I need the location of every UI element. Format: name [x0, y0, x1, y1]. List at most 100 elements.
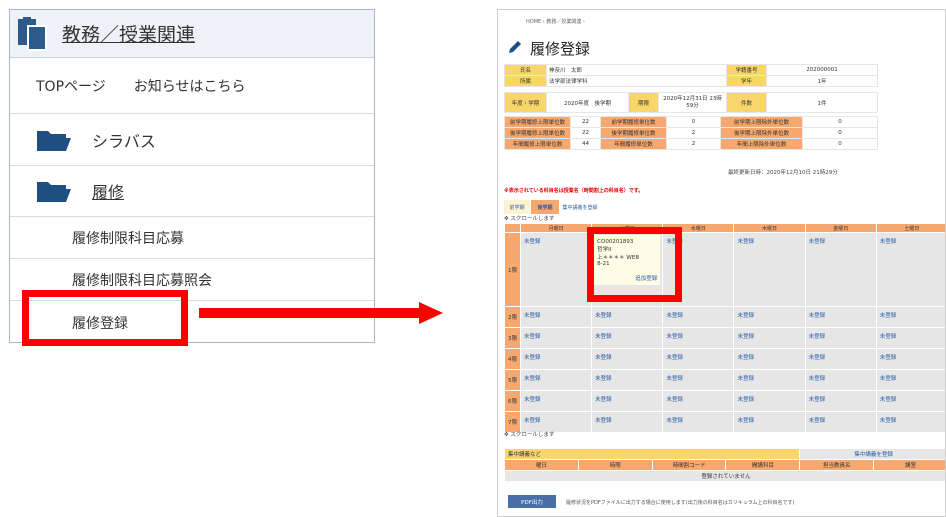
- credit-value: 0: [802, 138, 878, 150]
- day-header: 木曜日: [733, 223, 806, 233]
- menu-item-rishu[interactable]: 履修: [10, 166, 374, 216]
- period-label: 4限: [504, 348, 521, 370]
- credit-label: 後学期履修上限単位数: [504, 127, 571, 139]
- slot-unregistered[interactable]: 未登録: [662, 411, 735, 433]
- day-header: 月曜日: [519, 223, 593, 233]
- slot-unregistered[interactable]: 未登録: [875, 411, 945, 433]
- slot-unregistered[interactable]: 未登録: [662, 369, 735, 391]
- breadcrumb: HOME › 教務／授業関連 ›: [526, 19, 585, 25]
- intensive-header: 開講科目: [725, 459, 801, 471]
- deadline-value: 2020年12月31日 23時59分: [658, 92, 727, 113]
- dept-label: 所属: [504, 75, 547, 87]
- period-row: 3限 未登録 未登録 未登録 未登録 未登録 未登録: [504, 327, 945, 349]
- slot-unregistered[interactable]: 未登録: [875, 390, 945, 412]
- credit-label: 前学期履修上限単位数: [504, 116, 571, 128]
- slot-unregistered[interactable]: 未登録: [733, 390, 806, 412]
- slot-unregistered[interactable]: 未登録: [519, 232, 593, 307]
- tab-second-term[interactable]: 後学期: [531, 200, 559, 214]
- period-label: 3限: [504, 327, 521, 349]
- arrow-icon: [199, 302, 443, 324]
- intensive-header: 担当教員名: [799, 459, 875, 471]
- slot-unregistered[interactable]: 未登録: [519, 348, 593, 370]
- credit-label: 前学期履修単位数: [600, 116, 667, 128]
- last-updated: 最終更新日時：2020年12月10日 21時29分: [728, 170, 838, 176]
- credit-value: 0: [802, 116, 878, 128]
- grade-label: 学年: [726, 75, 767, 87]
- pdf-output-button[interactable]: PDF出力: [508, 495, 556, 508]
- credit-label: 年間上限除外単位数: [720, 138, 803, 150]
- menu-title[interactable]: 教務／授業関連: [62, 20, 195, 47]
- slot-unregistered[interactable]: 未登録: [875, 348, 945, 370]
- menu-row-top: TOPページ お知らせはこちら: [10, 59, 374, 114]
- count-label: 件数: [726, 92, 767, 113]
- credit-value: 2: [666, 138, 721, 150]
- slot-unregistered[interactable]: 未登録: [733, 411, 806, 433]
- period-label: 5限: [504, 369, 521, 391]
- slot-unregistered[interactable]: 未登録: [733, 327, 806, 349]
- slot-unregistered[interactable]: 未登録: [804, 390, 877, 412]
- slot-unregistered[interactable]: 未登録: [804, 232, 877, 307]
- student-grade: 1年: [766, 75, 878, 87]
- intensive-header: 時限: [577, 459, 653, 471]
- slot-unregistered[interactable]: 未登録: [733, 232, 806, 307]
- slot-unregistered[interactable]: 未登録: [733, 306, 806, 328]
- name-label: 氏名: [504, 64, 547, 76]
- slot-unregistered[interactable]: 未登録: [662, 306, 735, 328]
- slot-unregistered[interactable]: 未登録: [591, 369, 664, 391]
- pdf-note: 履修状況をPDFファイルに出力する場合に使用します(出力後の科目名はカリキュラム…: [566, 500, 795, 506]
- student-name: 神奈川 太郎: [546, 64, 727, 76]
- highlight-frame-right: [587, 227, 682, 302]
- id-label: 学籍番号: [726, 64, 767, 76]
- credit-value: 0: [802, 127, 878, 139]
- slot-unregistered[interactable]: 未登録: [591, 306, 664, 328]
- scroll-note: ✥ スクロールします: [504, 430, 554, 438]
- slot-unregistered[interactable]: 未登録: [804, 306, 877, 328]
- slot-unregistered[interactable]: 未登録: [519, 306, 593, 328]
- slot-unregistered[interactable]: 未登録: [804, 348, 877, 370]
- slot-unregistered[interactable]: 未登録: [733, 348, 806, 370]
- slot-unregistered[interactable]: 未登録: [804, 411, 877, 433]
- credit-label: 前学期上限除外単位数: [720, 116, 803, 128]
- slot-unregistered[interactable]: 未登録: [875, 327, 945, 349]
- slot-unregistered[interactable]: 未登録: [591, 348, 664, 370]
- credit-label: 後学期上限除外単位数: [720, 127, 803, 139]
- slot-unregistered[interactable]: 未登録: [519, 369, 593, 391]
- submenu-rishu-limit-apply[interactable]: 履修制限科目応募: [10, 216, 374, 258]
- notice-link[interactable]: お知らせはこちら: [134, 76, 246, 96]
- deadline-label: 期限: [628, 92, 659, 113]
- folder-icon: [37, 182, 71, 202]
- slot-unregistered[interactable]: 未登録: [662, 390, 735, 412]
- screen-preview: HOME › 教務／授業関連 › 履修登録 氏名 神奈川 太郎 学籍番号 202…: [497, 9, 946, 517]
- slot-unregistered[interactable]: 未登録: [519, 390, 593, 412]
- slot-unregistered[interactable]: 未登録: [591, 390, 664, 412]
- timetable-header-row: 月曜日 火曜日 水曜日 木曜日 金曜日 土曜日: [504, 223, 945, 233]
- credit-label: 年間履修上限単位数: [504, 138, 571, 150]
- page-title: 履修登録: [530, 40, 591, 58]
- credit-value: 44: [570, 138, 601, 150]
- tab-intensive-register[interactable]: 集中講義を登録: [560, 200, 600, 214]
- intensive-header: 時間割コード: [651, 459, 727, 471]
- tab-first-term[interactable]: 前学期: [504, 200, 530, 214]
- day-header: 金曜日: [804, 223, 877, 233]
- count-value: 1件: [766, 92, 878, 113]
- scroll-note-label: スクロールします: [510, 432, 555, 438]
- slot-unregistered[interactable]: 未登録: [591, 327, 664, 349]
- slot-unregistered[interactable]: 未登録: [875, 369, 945, 391]
- period-row: 5限 未登録 未登録 未登録 未登録 未登録 未登録: [504, 369, 945, 391]
- slot-unregistered[interactable]: 未登録: [875, 232, 945, 307]
- menu-header: 教務／授業関連: [10, 10, 374, 58]
- top-page-link[interactable]: TOPページ: [36, 76, 106, 96]
- slot-unregistered[interactable]: 未登録: [804, 369, 877, 391]
- slot-unregistered[interactable]: 未登録: [875, 306, 945, 328]
- slot-unregistered[interactable]: 未登録: [804, 327, 877, 349]
- slot-unregistered[interactable]: 未登録: [519, 327, 593, 349]
- menu-item-syllabus[interactable]: シラバス: [10, 114, 374, 166]
- slot-unregistered[interactable]: 未登録: [733, 369, 806, 391]
- intensive-register-link[interactable]: 集中講義を登録: [799, 448, 945, 460]
- menu-item-label: シラバス: [92, 131, 156, 151]
- slot-unregistered[interactable]: 未登録: [662, 348, 735, 370]
- slot-unregistered[interactable]: 未登録: [591, 411, 664, 433]
- slot-unregistered[interactable]: 未登録: [662, 327, 735, 349]
- period-row: 1限 未登録 CO00201893 哲学II 上＊＊＊＊ WEB 8-21 追加…: [504, 232, 945, 307]
- move-icon: ✥: [504, 216, 509, 222]
